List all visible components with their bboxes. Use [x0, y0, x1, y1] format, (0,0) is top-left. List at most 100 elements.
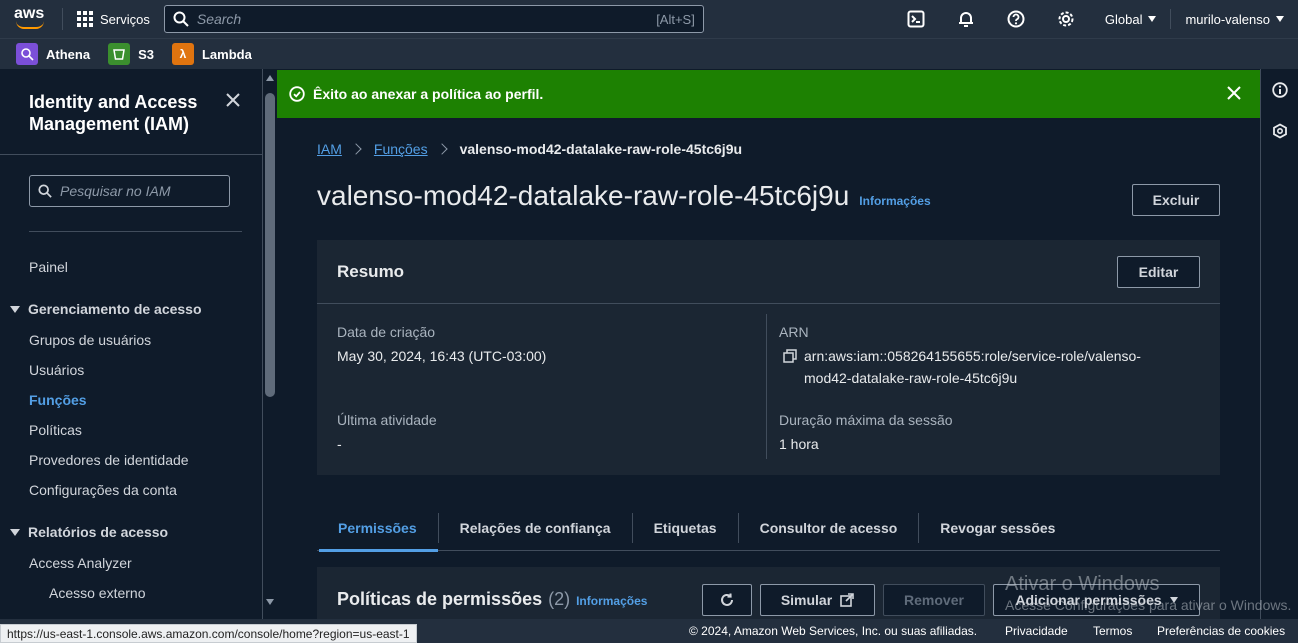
region-selector[interactable]: Global [1091, 0, 1171, 38]
simulate-label: Simular [780, 592, 833, 608]
footer-terms-link[interactable]: Termos [1093, 624, 1132, 638]
sidebar-section-reports[interactable]: Relatórios de acesso [10, 524, 168, 540]
summary-title: Resumo [337, 262, 405, 281]
policies-title: Políticas de permissões (2) Informações [337, 589, 647, 610]
status-url-tooltip: https://us-east-1.console.aws.amazon.com… [0, 624, 417, 643]
search-shortcut: [Alt+S] [656, 11, 695, 27]
sidebar-item-users[interactable]: Usuários [29, 362, 84, 378]
divider [29, 231, 242, 232]
aws-logo-text: aws [14, 5, 45, 22]
account-label: murilo-valenso [1185, 11, 1270, 27]
cloudshell-button[interactable] [891, 0, 941, 38]
top-navigation: aws Serviços Search [Alt+S] Global muril… [0, 0, 1298, 38]
footer-privacy-link[interactable]: Privacidade [1005, 624, 1068, 638]
favorite-s3[interactable]: S3 [108, 43, 154, 65]
divider [0, 154, 262, 155]
footer-copyright: © 2024, Amazon Web Services, Inc. ou sua… [689, 624, 978, 638]
aws-logo[interactable]: aws [14, 5, 48, 33]
tab-permissions[interactable]: Permissões [317, 505, 438, 552]
tab-access-advisor[interactable]: Consultor de acesso [739, 505, 919, 551]
sidebar-item-identity-providers[interactable]: Provedores de identidade [29, 452, 189, 468]
lambda-icon: λ [171, 43, 194, 65]
simulate-button[interactable]: Simular [760, 584, 875, 616]
windows-activation-watermark: Ativar o Windows [1005, 573, 1160, 595]
info-icon[interactable] [1272, 82, 1288, 98]
max-session-label: Duração máxima da sessão [779, 412, 953, 428]
breadcrumb-roles[interactable]: Funções [374, 141, 428, 157]
caret-down-icon [10, 528, 20, 536]
s3-icon [108, 43, 131, 65]
sidebar-item-access-analyzer[interactable]: Access Analyzer [29, 555, 132, 571]
scroll-down-icon[interactable] [266, 599, 274, 605]
info-link[interactable]: Informações [859, 194, 930, 208]
flash-message: Êxito ao anexar a política ao perfil. [313, 86, 544, 102]
grid-icon [77, 11, 93, 27]
sidebar-item-user-groups[interactable]: Grupos de usuários [29, 332, 151, 348]
tab-tags[interactable]: Etiquetas [633, 505, 738, 551]
last-activity-label: Última atividade [337, 412, 437, 428]
favorite-label: Athena [46, 46, 91, 62]
sidebar-item-external-access[interactable]: Acesso externo [49, 585, 146, 601]
breadcrumb-iam[interactable]: IAM [317, 141, 342, 157]
favorite-athena[interactable]: Athena [16, 43, 90, 65]
close-icon[interactable] [1226, 85, 1242, 101]
favorite-label: S3 [138, 46, 154, 62]
settings-button[interactable] [1041, 0, 1091, 38]
search-placeholder: Pesquisar no IAM [60, 183, 171, 199]
athena-icon [16, 43, 38, 65]
sidebar-item-policies[interactable]: Políticas [29, 422, 82, 438]
divider [62, 8, 63, 30]
footer-cookie-preferences-link[interactable]: Preferências de cookies [1157, 624, 1285, 638]
favorites-bar: Athena S3 λ Lambda [0, 38, 1298, 69]
policies-title-text: Políticas de permissões [337, 589, 543, 609]
tab-trust-relationships[interactable]: Relações de confiança [439, 505, 632, 551]
section-label: Gerenciamento de acesso [28, 301, 202, 317]
search-placeholder: Search [196, 11, 242, 27]
scroll-up-icon[interactable] [266, 75, 274, 81]
help-button[interactable] [991, 0, 1041, 38]
arn-value-line1: arn:aws:iam::058264155655:role/service-r… [804, 348, 1141, 364]
region-label: Global [1104, 11, 1143, 27]
iam-search-input[interactable]: Pesquisar no IAM [29, 175, 230, 207]
summary-header: Resumo [317, 240, 1220, 304]
edit-button[interactable]: Editar [1117, 256, 1200, 288]
sidebar-section-access[interactable]: Gerenciamento de acesso [10, 301, 202, 317]
breadcrumb-current: valenso-mod42-datalake-raw-role-45tc6j9u [459, 141, 743, 157]
refresh-button[interactable] [702, 584, 752, 616]
tab-revoke-sessions[interactable]: Revogar sessões [919, 505, 1076, 551]
tutorial-icon[interactable] [1272, 123, 1288, 139]
account-menu[interactable]: murilo-valenso [1171, 0, 1298, 38]
summary-card: Resumo Editar Data de criação May 30, 20… [317, 240, 1220, 475]
success-flash-banner: Êxito ao anexar a política ao perfil. [277, 70, 1260, 118]
sidebar-title: Identity and Access Management (IAM) [29, 92, 198, 134]
favorite-lambda[interactable]: λ Lambda [171, 43, 252, 65]
last-activity-value: - [337, 436, 342, 452]
sidebar-scrollbar[interactable] [264, 71, 276, 611]
role-name: valenso-mod42-datalake-raw-role-45tc6j9u [317, 180, 850, 211]
caret-down-icon [1148, 16, 1157, 22]
caret-down-icon [1276, 16, 1284, 22]
created-label: Data de criação [337, 324, 436, 340]
windows-activation-hint: Acesse Configurações para ativar o Windo… [1005, 597, 1292, 613]
delete-button[interactable]: Excluir [1132, 184, 1220, 216]
close-sidebar-icon[interactable] [224, 91, 242, 109]
services-menu-button[interactable]: Serviços [77, 11, 150, 27]
info-link[interactable]: Informações [576, 594, 647, 608]
external-link-icon [840, 593, 854, 607]
sidebar-item-account-settings[interactable]: Configurações da conta [29, 482, 177, 498]
max-session-value: 1 hora [779, 436, 819, 452]
search-icon [38, 184, 52, 198]
role-tabs: Permissões Relações de confiança Etiquet… [317, 505, 1220, 552]
nav-actions: Global murilo-valenso [891, 0, 1298, 38]
favorite-label: Lambda [201, 46, 252, 62]
page-title: valenso-mod42-datalake-raw-role-45tc6j9u… [317, 180, 931, 212]
sidebar: Identity and Access Management (IAM) Pes… [0, 69, 263, 621]
global-search-input[interactable]: Search [Alt+S] [163, 5, 704, 33]
remove-button[interactable]: Remover [883, 584, 985, 616]
notifications-button[interactable] [941, 0, 991, 38]
created-value: May 30, 2024, 16:43 (UTC-03:00) [337, 348, 547, 364]
scrollbar-thumb[interactable] [265, 93, 275, 397]
sidebar-item-dashboard[interactable]: Painel [29, 259, 68, 275]
copy-icon[interactable] [783, 349, 797, 363]
sidebar-item-roles[interactable]: Funções [29, 392, 87, 408]
